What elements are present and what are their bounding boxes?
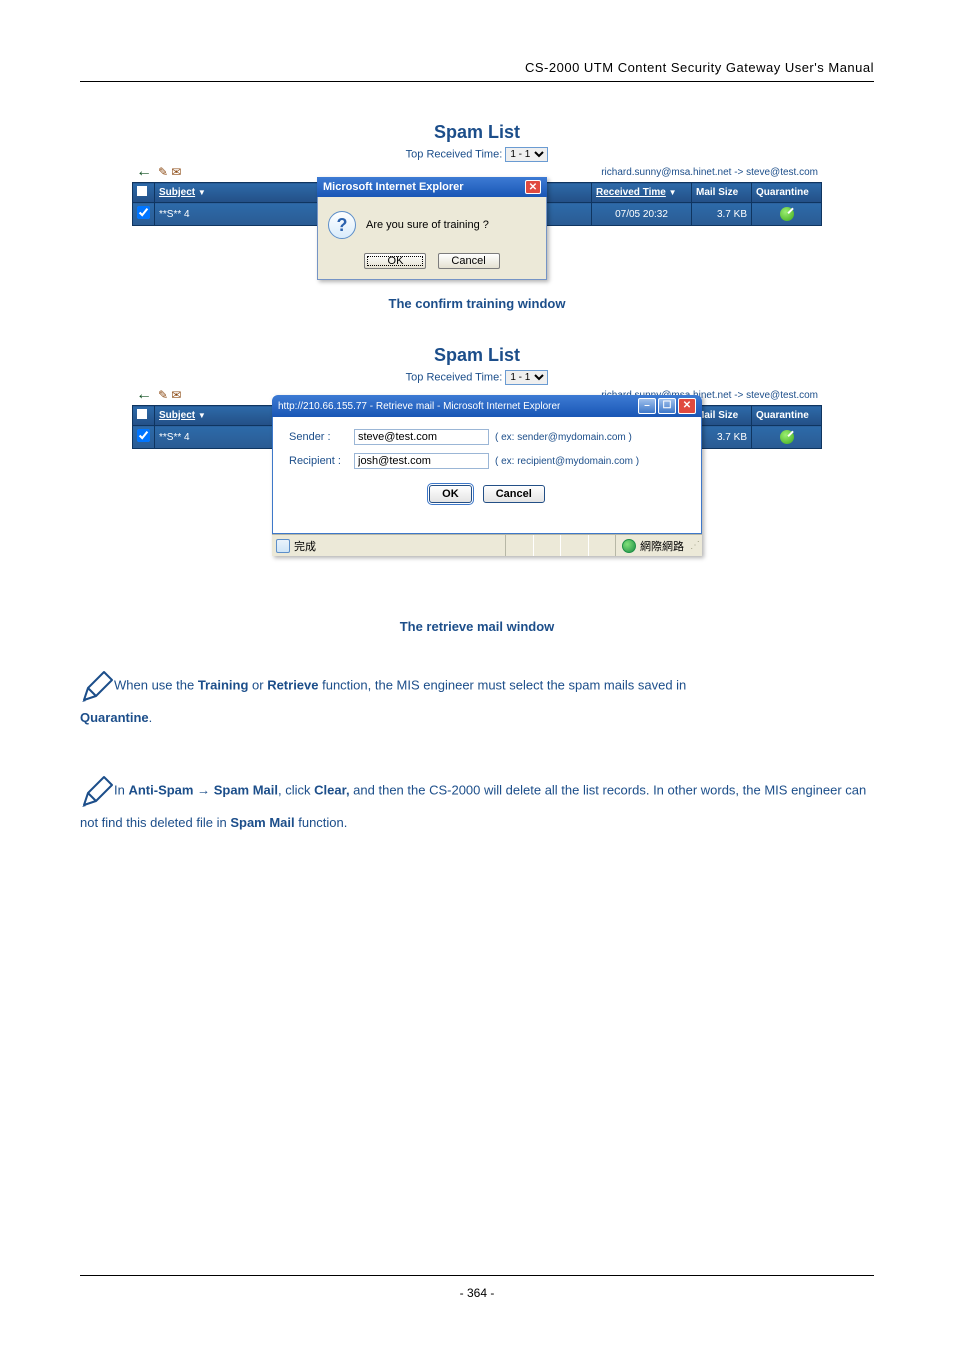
row-received: 07/05 20:32 — [592, 203, 692, 226]
pencil-note-icon — [80, 773, 116, 809]
close-icon[interactable]: ✕ — [525, 180, 541, 194]
status-bar: 完成 網際網路 ⋰ — [272, 534, 702, 556]
sort-icon: ▼ — [198, 188, 206, 197]
close-icon[interactable]: ✕ — [678, 398, 696, 414]
page-icon — [276, 539, 290, 553]
recipient-hint: ( ex: recipient@mydomain.com ) — [495, 456, 639, 467]
arrow-right-icon: → — [197, 782, 210, 797]
col-checkbox[interactable] — [133, 406, 155, 426]
doc-header: CS-2000 UTM Content Security Gateway Use… — [80, 60, 874, 82]
spam-list-title: Spam List — [132, 122, 822, 143]
page-footer: - 364 - — [0, 1275, 954, 1300]
dialog-title: Microsoft Internet Explorer — [323, 181, 464, 193]
row-subject: **S** 4 — [159, 432, 190, 443]
ok-button[interactable]: OK — [429, 485, 472, 503]
sort-icon: ▼ — [198, 411, 206, 420]
back-arrow-icon[interactable]: ← — [136, 386, 152, 404]
toolbar-icons[interactable]: ✎ ✉ — [158, 388, 181, 402]
col-quarantine: Quarantine — [752, 183, 822, 203]
page-number: - 364 - — [460, 1286, 495, 1300]
back-arrow-icon[interactable]: ← — [136, 163, 152, 181]
confirm-training-dialog: Microsoft Internet Explorer ✕ ? Are you … — [317, 177, 547, 280]
row-subject: **S** 4 — [159, 209, 190, 220]
top-received-row: Top Received Time: 1 - 1 — [132, 370, 822, 385]
col-checkbox[interactable] — [133, 183, 155, 203]
note-clear-spam: In Anti-Spam → Spam Mail, click Clear, a… — [80, 773, 874, 838]
sort-icon: ▼ — [669, 188, 677, 197]
status-zone: 網際網路 — [640, 538, 684, 554]
retrieve-mail-window: http://210.66.155.77 - Retrieve mail - M… — [272, 395, 702, 556]
sender-label: Sender : — [289, 431, 354, 443]
maximize-icon[interactable]: ☐ — [658, 398, 676, 414]
col-mail-size: Mail Size — [692, 183, 752, 203]
top-received-select[interactable]: 1 - 1 — [505, 370, 548, 385]
col-received-time[interactable]: Received Time ▼ — [592, 183, 692, 203]
question-icon: ? — [328, 211, 356, 239]
recipient-label: Recipient : — [289, 455, 354, 467]
internet-zone-icon — [622, 539, 636, 553]
toolbar-icons[interactable]: ✎ ✉ — [158, 165, 181, 179]
spam-list-title: Spam List — [132, 345, 822, 366]
top-received-label: Top Received Time: — [406, 371, 503, 383]
resize-grip-icon[interactable]: ⋰ — [690, 540, 702, 551]
spam-list-panel-2: Spam List Top Received Time: 1 - 1 ← ✎ ✉… — [132, 345, 822, 605]
sender-input[interactable] — [354, 429, 489, 445]
cancel-button[interactable]: Cancel — [483, 485, 545, 503]
recipient-input[interactable] — [354, 453, 489, 469]
row-checkbox[interactable] — [137, 206, 150, 219]
top-received-select[interactable]: 1 - 1 — [505, 147, 548, 162]
row-checkbox[interactable] — [137, 429, 150, 442]
spam-list-panel-1: Spam List Top Received Time: 1 - 1 ← ✎ ✉… — [132, 122, 822, 282]
cancel-button[interactable]: Cancel — [438, 253, 500, 269]
sender-hint: ( ex: sender@mydomain.com ) — [495, 432, 632, 443]
top-received-label: Top Received Time: — [406, 148, 503, 160]
caption-confirm-training: The confirm training window — [80, 296, 874, 311]
pencil-note-icon — [80, 668, 116, 704]
top-received-row: Top Received Time: 1 - 1 — [132, 147, 822, 162]
minimize-icon[interactable]: – — [638, 398, 656, 414]
row-size: 3.7 KB — [692, 203, 752, 226]
quarantine-ok-icon[interactable] — [780, 207, 794, 221]
note-training-retrieve: When use the Training or Retrieve functi… — [80, 668, 874, 733]
dialog-message: Are you sure of training ? — [366, 219, 489, 231]
col-quarantine: Quarantine — [752, 406, 822, 426]
mail-path: richard.sunny@msa.hinet.net -> steve@tes… — [601, 167, 818, 178]
quarantine-ok-icon[interactable] — [780, 430, 794, 444]
status-done: 完成 — [294, 538, 316, 554]
window-title: http://210.66.155.77 - Retrieve mail - M… — [278, 401, 560, 412]
ok-button[interactable]: OK — [364, 253, 426, 269]
caption-retrieve-mail: The retrieve mail window — [80, 619, 874, 634]
